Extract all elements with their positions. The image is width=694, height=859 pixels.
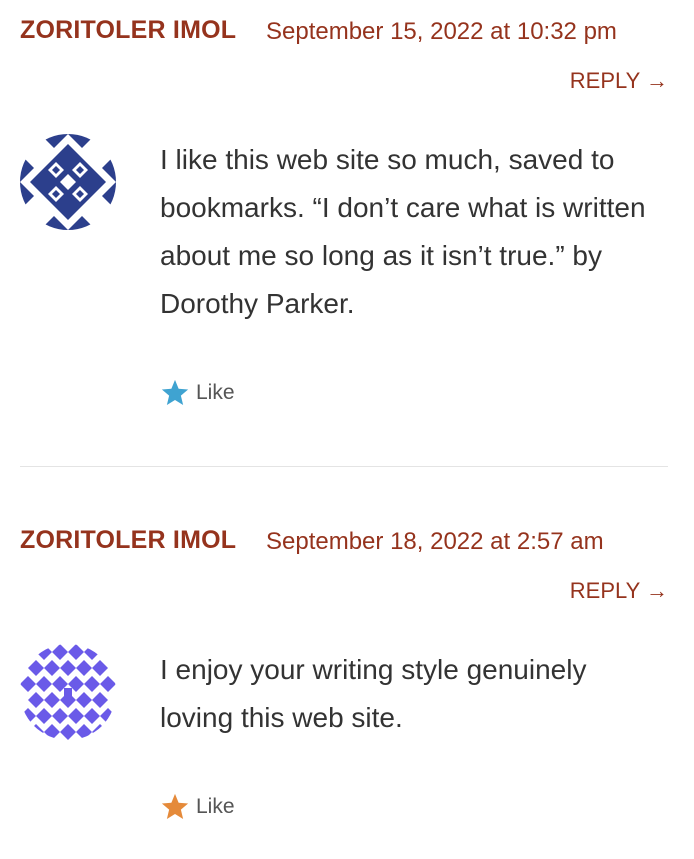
comment-author[interactable]: ZORITOLER IMOL (20, 16, 236, 45)
avatar[interactable] (20, 644, 116, 740)
reply-button[interactable]: REPLY → (570, 68, 668, 94)
like-button[interactable]: Like (160, 792, 235, 822)
comment-date[interactable]: September 15, 2022 at 10:32 pm (266, 18, 617, 46)
star-icon (161, 379, 189, 405)
like-label: Like (196, 381, 235, 404)
divider (20, 466, 668, 467)
comment-date[interactable]: September 18, 2022 at 2:57 am (266, 528, 604, 556)
avatar[interactable] (20, 134, 116, 230)
like-label: Like (196, 795, 235, 818)
comment-text: I like this web site so much, saved to b… (160, 144, 646, 319)
like-button[interactable]: Like (160, 378, 235, 408)
star-icon (161, 793, 189, 819)
comment-text: I enjoy your writing style genuinely lov… (160, 654, 587, 733)
comment-author[interactable]: ZORITOLER IMOL (20, 526, 236, 555)
reply-button[interactable]: REPLY → (570, 578, 668, 604)
